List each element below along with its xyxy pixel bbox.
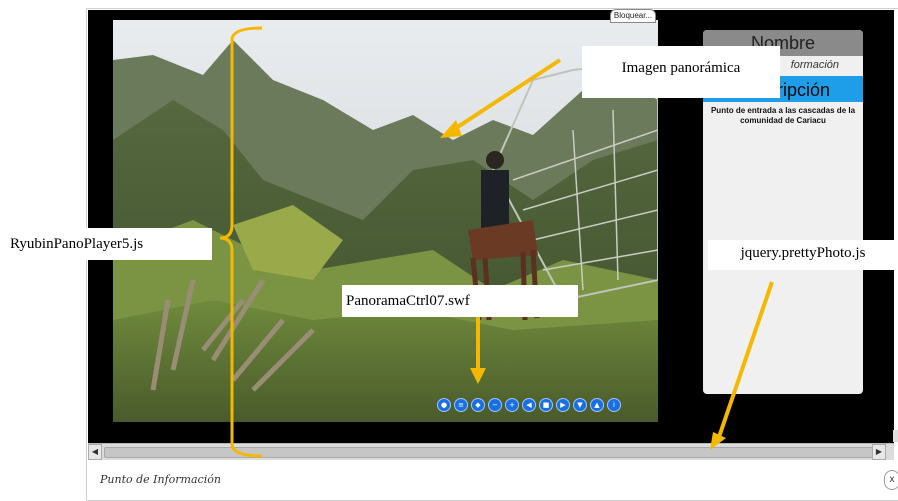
pan-right-icon[interactable]: ▶: [556, 398, 570, 412]
stop-icon[interactable]: ■: [539, 398, 553, 412]
footer-title: Punto de Información: [100, 473, 221, 486]
zoom-in-icon[interactable]: +: [505, 398, 519, 412]
info-icon[interactable]: i: [607, 398, 621, 412]
scroll-thumb[interactable]: [104, 447, 876, 458]
annotation-ryubin-player: RyubinPanoPlayer5.js: [0, 228, 212, 260]
close-button[interactable]: x: [884, 470, 898, 490]
hotspot-icon[interactable]: ◆: [471, 398, 485, 412]
panorama-scene: [113, 20, 658, 422]
lock-button[interactable]: Bloquear...: [610, 9, 656, 23]
pan-down-icon[interactable]: ▼: [573, 398, 587, 412]
annotation-jquery-prettyphoto: jquery.prettyPhoto.js: [708, 240, 898, 270]
horizontal-scrollbar[interactable]: ◀ ▶: [88, 443, 894, 460]
annotation-panoramic-image: Imagen panorámica: [582, 46, 780, 98]
pan-left-icon[interactable]: ◀: [522, 398, 536, 412]
menu-icon[interactable]: ≡: [454, 398, 468, 412]
zoom-out-icon[interactable]: −: [488, 398, 502, 412]
scroll-right-icon[interactable]: ▶: [872, 444, 886, 460]
panorama-control-bar: ● ≡ ◆ − + ◀ ■ ▶ ▼ ▲ i: [437, 398, 621, 412]
vertical-scroll-arrow-icon[interactable]: [893, 430, 898, 442]
panoramic-image[interactable]: [113, 20, 658, 422]
scroll-left-icon[interactable]: ◀: [88, 444, 102, 460]
pin-icon[interactable]: ●: [437, 398, 451, 412]
pan-up-icon[interactable]: ▲: [590, 398, 604, 412]
panel-description-text: Punto de entrada a las cascadas de la co…: [710, 106, 856, 125]
annotation-panorama-ctrl: PanoramaCtrl07.swf: [342, 285, 578, 317]
